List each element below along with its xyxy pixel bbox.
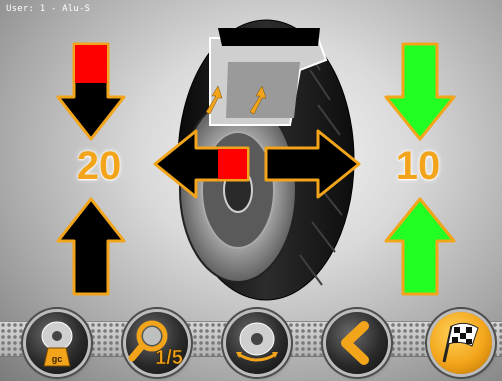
left-up-arrow bbox=[56, 197, 126, 296]
balancer-screen: User: 1 - Alu-S 20 10 gc 1/5 bbox=[0, 0, 502, 381]
weight-mode-button[interactable]: gc bbox=[26, 312, 88, 374]
svg-text:1/5: 1/5 bbox=[155, 347, 183, 369]
back-chevron-icon bbox=[341, 321, 369, 365]
bottom-toolbar: gc 1/5 bbox=[0, 306, 502, 381]
right-plane-value: 10 bbox=[395, 144, 441, 188]
left-down-arrow bbox=[56, 42, 126, 141]
wheel-spread-button[interactable] bbox=[226, 312, 288, 374]
right-up-arrow bbox=[384, 197, 456, 296]
right-down-arrow bbox=[384, 42, 456, 141]
back-button[interactable] bbox=[326, 312, 388, 374]
svg-text:gc: gc bbox=[52, 354, 63, 364]
left-arrow-marker bbox=[218, 149, 247, 179]
checkered-flag-icon bbox=[442, 322, 479, 363]
balance-weight-gc-icon: gc bbox=[41, 321, 73, 367]
zoom-step-button[interactable]: 1/5 bbox=[126, 312, 188, 374]
magnifier-1-5-icon: 1/5 bbox=[128, 320, 183, 369]
wheel-spread-arrows-icon bbox=[236, 322, 278, 362]
left-top-indicator bbox=[75, 45, 107, 83]
finish-button[interactable] bbox=[430, 312, 492, 374]
right-position-arrow bbox=[264, 129, 361, 199]
left-position-arrow bbox=[153, 129, 250, 199]
left-plane-value: 20 bbox=[76, 144, 122, 188]
